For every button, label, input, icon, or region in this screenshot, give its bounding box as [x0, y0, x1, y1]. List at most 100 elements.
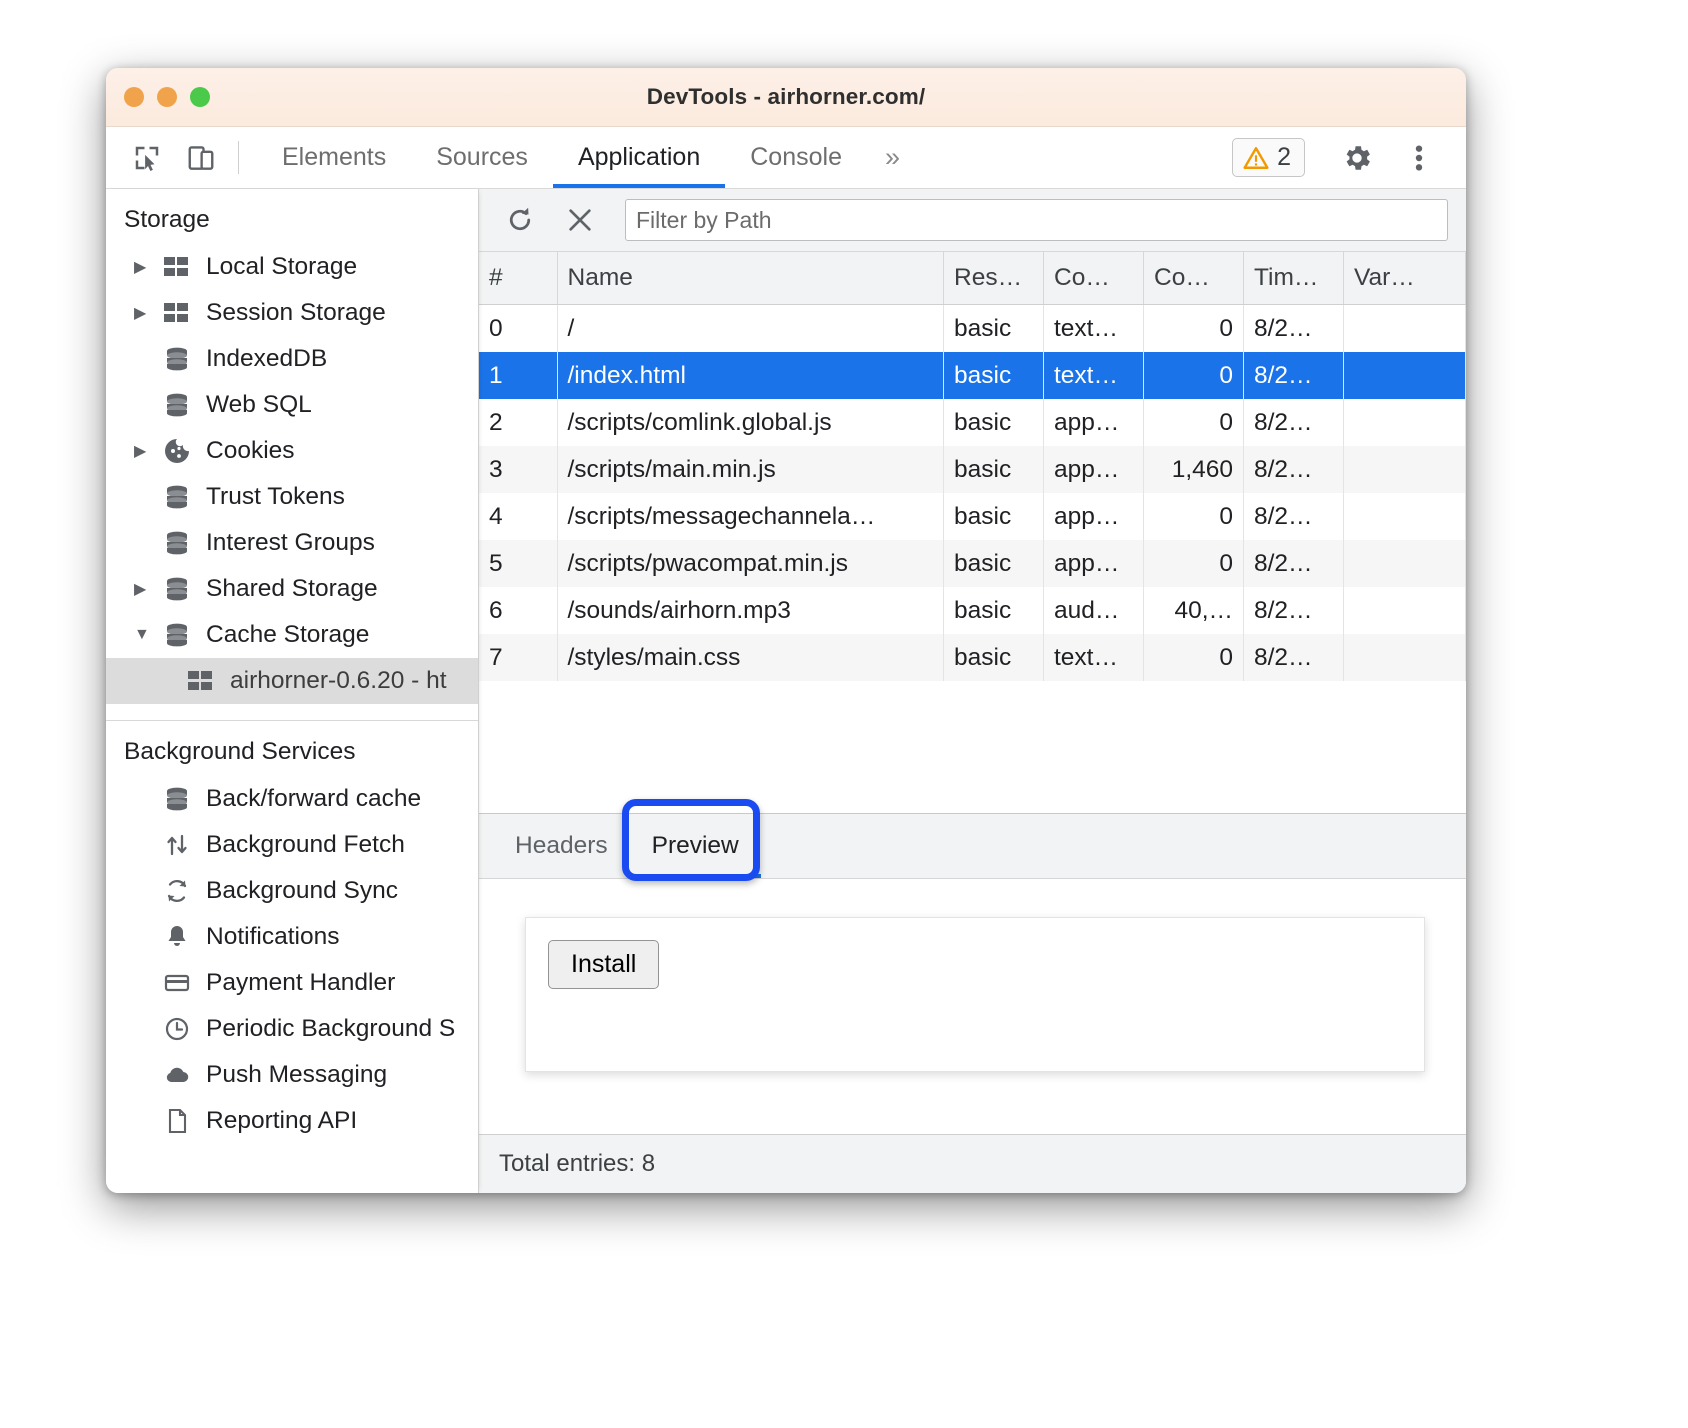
- sidebar-item-shared-storage[interactable]: ▶ Shared Storage: [106, 566, 478, 612]
- tab-label: Elements: [282, 143, 386, 172]
- preview-content-frame: Install: [525, 917, 1425, 1072]
- sidebar-item-label: Cache Storage: [206, 621, 369, 649]
- table-row[interactable]: 7 /styles/main.css basic text… 0 8/2…: [479, 634, 1466, 681]
- table-row[interactable]: 5 /scripts/pwacompat.min.js basic app… 0…: [479, 540, 1466, 587]
- tab-console[interactable]: Console: [725, 127, 867, 188]
- background-services-tree: ▶ Back/forward cache ▶ Background Fetch …: [106, 776, 478, 1144]
- toolbar-divider: [238, 141, 239, 174]
- table-row[interactable]: 0 / basic text… 0 8/2…: [479, 305, 1466, 353]
- sidebar-item-session-storage[interactable]: ▶ Session Storage: [106, 290, 478, 336]
- cell-vary: [1344, 352, 1466, 399]
- cell-name: /scripts/main.min.js: [557, 446, 944, 493]
- sidebar-item-notifications[interactable]: ▶ Notifications: [106, 914, 478, 960]
- database-icon: [160, 347, 194, 371]
- database-icon: [160, 623, 194, 647]
- close-x-icon[interactable]: [553, 196, 607, 244]
- sidebar-item-label: Session Storage: [206, 299, 386, 327]
- cell-content-length: 1,460: [1144, 446, 1244, 493]
- table-row[interactable]: 4 /scripts/messagechannela… basic app… 0…: [479, 493, 1466, 540]
- sidebar-item-cookies[interactable]: ▶ Cookies: [106, 428, 478, 474]
- cell-vary: [1344, 634, 1466, 681]
- table-icon: [184, 670, 218, 692]
- sidebar-item-periodic-background-sync[interactable]: ▶ Periodic Background S: [106, 1006, 478, 1052]
- cell-content-type: app…: [1044, 540, 1144, 587]
- clock-icon: [160, 1016, 194, 1042]
- table-row[interactable]: 3 /scripts/main.min.js basic app… 1,460 …: [479, 446, 1466, 493]
- chevron-right-icon[interactable]: ▶: [134, 579, 160, 599]
- sidebar-item-web-sql[interactable]: ▶ Web SQL: [106, 382, 478, 428]
- sidebar-item-reporting-api[interactable]: ▶ Reporting API: [106, 1098, 478, 1144]
- cell-index: 1: [479, 352, 557, 399]
- column-header-content-type[interactable]: Co…: [1044, 252, 1144, 305]
- chevron-right-icon[interactable]: ▶: [134, 257, 160, 277]
- column-header-vary-header[interactable]: Var…: [1344, 252, 1466, 305]
- cell-index: 3: [479, 446, 557, 493]
- status-bar: Total entries: 8: [479, 1134, 1466, 1193]
- cell-content-type: app…: [1044, 399, 1144, 446]
- sidebar-item-cache-storage[interactable]: ▼ Cache Storage: [106, 612, 478, 658]
- sidebar-item-airhorner-cache[interactable]: airhorner-0.6.20 - ht: [106, 658, 478, 704]
- column-header-index[interactable]: #: [479, 252, 557, 305]
- table-row[interactable]: 6 /sounds/airhorn.mp3 basic aud… 40,… 8/…: [479, 587, 1466, 634]
- inspect-cursor-icon[interactable]: [120, 127, 174, 188]
- devtools-toolbar: Elements Sources Application Console » 2: [106, 127, 1466, 189]
- install-button[interactable]: Install: [548, 940, 659, 989]
- grid-empty-space: [479, 681, 1466, 813]
- application-sidebar: Storage ▶ Local Storage ▶ Session Storag…: [106, 189, 479, 1193]
- sidebar-item-trust-tokens[interactable]: ▶ Trust Tokens: [106, 474, 478, 520]
- cell-content-type: aud…: [1044, 587, 1144, 634]
- table-header-row: # Name Res… Co… Co… Tim… Var…: [479, 252, 1466, 305]
- table-row[interactable]: 1 /index.html basic text… 0 8/2…: [479, 352, 1466, 399]
- tab-label: Headers: [515, 832, 608, 860]
- kebab-menu-icon[interactable]: [1388, 142, 1450, 174]
- table-row[interactable]: 2 /scripts/comlink.global.js basic app… …: [479, 399, 1466, 446]
- toolbar-right-group: 2: [1232, 127, 1450, 188]
- tab-sources[interactable]: Sources: [411, 127, 553, 188]
- cell-response-type: basic: [944, 587, 1044, 634]
- cell-time-cached: 8/2…: [1244, 493, 1344, 540]
- cell-response-type: basic: [944, 493, 1044, 540]
- warnings-badge[interactable]: 2: [1232, 138, 1305, 177]
- column-header-time-cached[interactable]: Tim…: [1244, 252, 1344, 305]
- cell-content-length: 0: [1144, 540, 1244, 587]
- tab-headers[interactable]: Headers: [493, 814, 630, 878]
- gear-icon[interactable]: [1326, 141, 1388, 175]
- chevron-down-icon[interactable]: ▼: [134, 626, 160, 644]
- cell-response-type: basic: [944, 446, 1044, 493]
- cell-name: /sounds/airhorn.mp3: [557, 587, 944, 634]
- sidebar-item-background-fetch[interactable]: ▶ Background Fetch: [106, 822, 478, 868]
- chevron-right-icon[interactable]: ▶: [134, 303, 160, 323]
- window-title: DevTools - airhorner.com/: [106, 84, 1466, 110]
- sidebar-item-interest-groups[interactable]: ▶ Interest Groups: [106, 520, 478, 566]
- cell-content-length: 0: [1144, 634, 1244, 681]
- column-header-response-type[interactable]: Res…: [944, 252, 1044, 305]
- sidebar-item-push-messaging[interactable]: ▶ Push Messaging: [106, 1052, 478, 1098]
- cell-index: 2: [479, 399, 557, 446]
- device-toolbar-icon[interactable]: [174, 127, 228, 188]
- cloud-icon: [160, 1062, 194, 1088]
- tab-application[interactable]: Application: [553, 127, 725, 188]
- sidebar-item-local-storage[interactable]: ▶ Local Storage: [106, 244, 478, 290]
- sidebar-item-indexeddb[interactable]: ▶ IndexedDB: [106, 336, 478, 382]
- devtools-window: DevTools - airhorner.com/ Elements Sourc…: [106, 68, 1466, 1193]
- cell-name: /: [557, 305, 944, 353]
- cell-vary: [1344, 446, 1466, 493]
- more-tabs-button[interactable]: »: [867, 127, 918, 188]
- sidebar-item-label: IndexedDB: [206, 345, 327, 373]
- sidebar-item-label: airhorner-0.6.20 - ht: [230, 667, 447, 695]
- sidebar-item-payment-handler[interactable]: ▶ Payment Handler: [106, 960, 478, 1006]
- storage-section-title: Storage: [106, 189, 478, 244]
- sidebar-item-background-sync[interactable]: ▶ Background Sync: [106, 868, 478, 914]
- column-header-name[interactable]: Name: [557, 252, 944, 305]
- chevron-right-icon[interactable]: ▶: [134, 441, 160, 461]
- credit-card-icon: [160, 970, 194, 996]
- tab-elements[interactable]: Elements: [257, 127, 411, 188]
- search-input[interactable]: [625, 199, 1448, 241]
- tab-label: Preview: [652, 832, 739, 860]
- table-icon: [160, 302, 194, 324]
- column-header-content-length[interactable]: Co…: [1144, 252, 1244, 305]
- database-icon: [160, 531, 194, 555]
- tab-preview[interactable]: Preview: [630, 814, 761, 878]
- refresh-icon[interactable]: [493, 196, 547, 244]
- sidebar-item-back-forward-cache[interactable]: ▶ Back/forward cache: [106, 776, 478, 822]
